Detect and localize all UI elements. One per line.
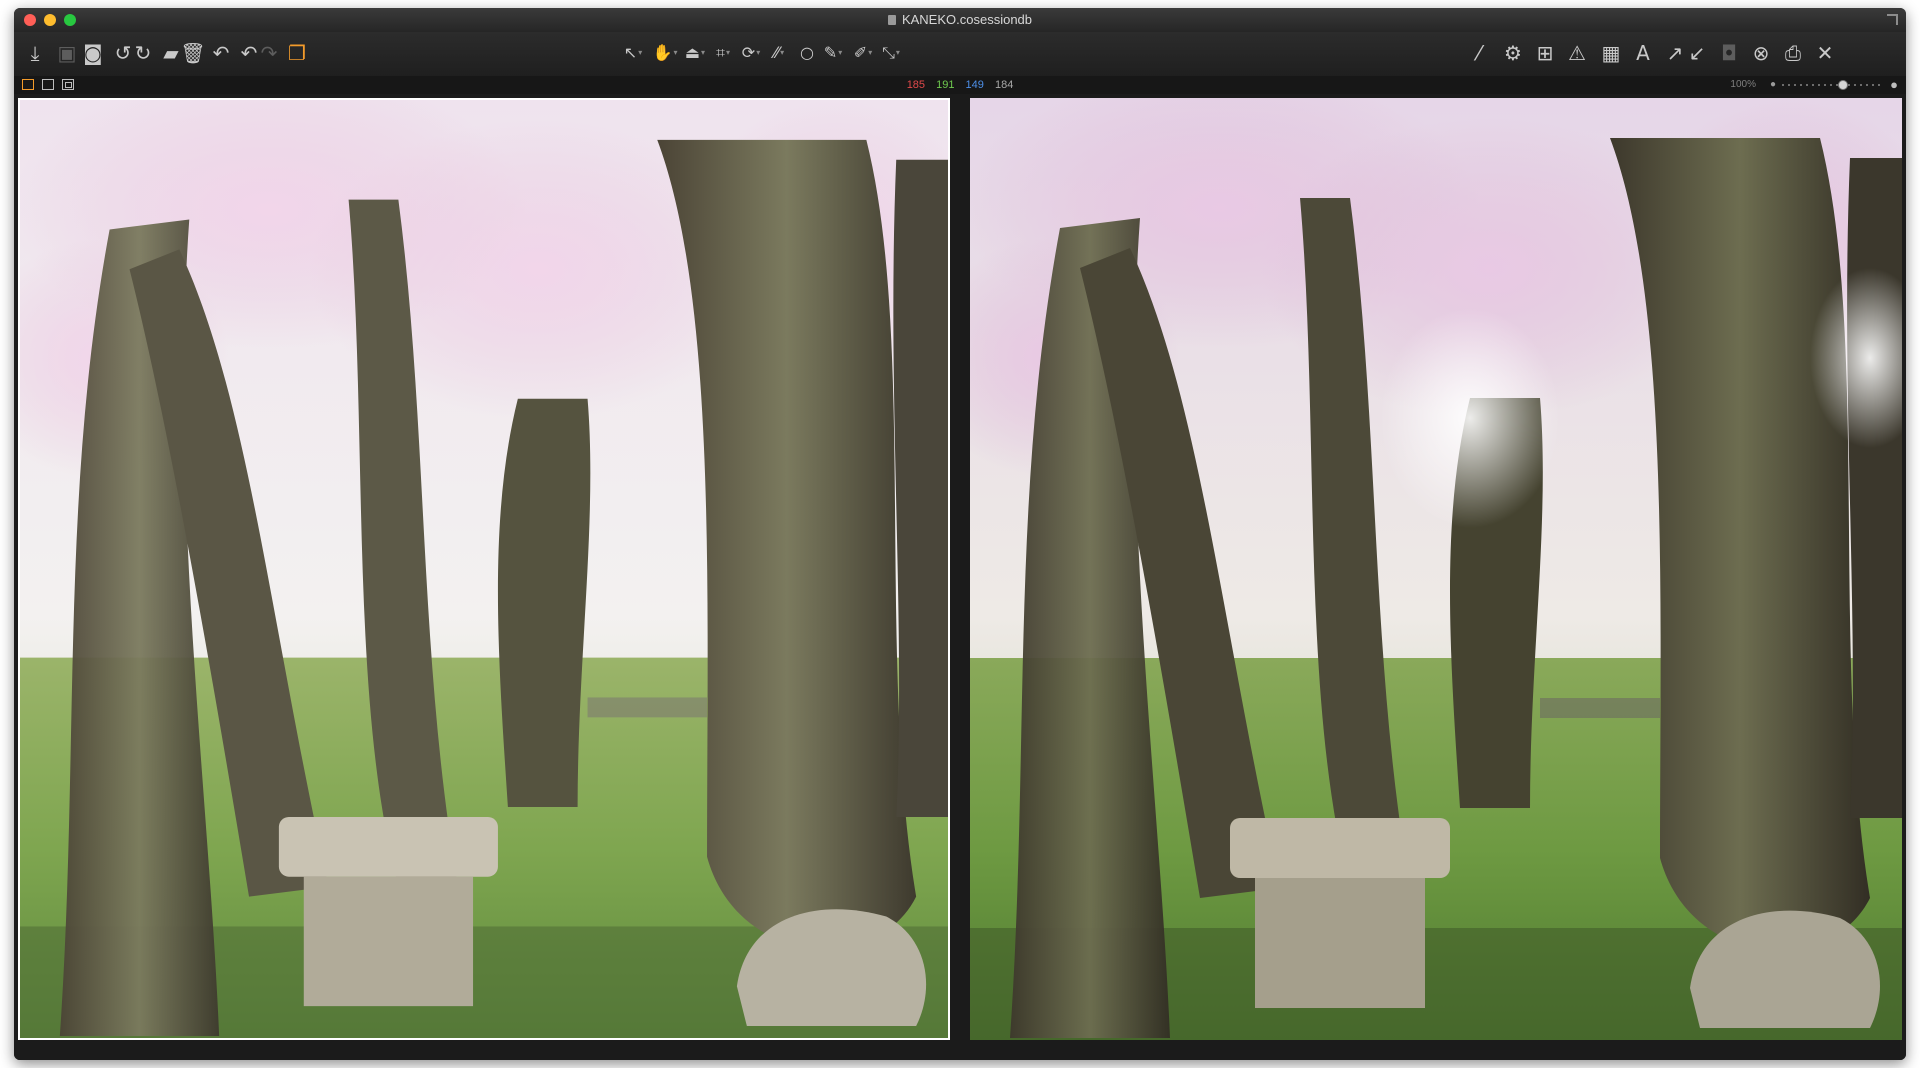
rotate-right-icon[interactable]: ↻	[130, 40, 156, 66]
document-icon	[887, 15, 896, 25]
warning-icon[interactable]: ⚠	[1564, 40, 1590, 66]
text-icon[interactable]: A	[1630, 40, 1656, 66]
redo-icon[interactable]: ↷	[256, 40, 282, 66]
zoom-slider-thumb[interactable]	[1837, 80, 1848, 90]
camera-tethered-icon[interactable]: ◘	[1716, 40, 1742, 66]
variant-right[interactable]	[970, 98, 1902, 1040]
grid-icon[interactable]: ▦	[1598, 40, 1624, 66]
trash-icon[interactable]: 🗑	[180, 40, 206, 66]
pan-hand-icon[interactable]: ✋ ▾	[652, 40, 678, 66]
zoom-label: 100%	[1730, 79, 1756, 90]
brush-icon[interactable]: ✎ ▾	[820, 40, 846, 66]
crop-icon[interactable]: ⌗ ▾	[710, 40, 736, 66]
readout-green: 191	[936, 79, 955, 91]
cancel-icon[interactable]: ⊗	[1748, 40, 1774, 66]
keystone-icon[interactable]: ⁄⁄ ▾	[766, 40, 792, 66]
readout-luminance: 184	[994, 79, 1014, 91]
window-title-wrap: KANEKO.cosessiondb	[14, 12, 1906, 28]
readout-red: 185	[906, 79, 926, 91]
tools-icon[interactable]: ✕	[1812, 40, 1838, 66]
import-icon[interactable]: ⤓	[22, 40, 48, 66]
window-title: KANEKO.cosessiondb	[901, 12, 1033, 27]
photo-image	[20, 100, 948, 1038]
copy-icon[interactable]: ↙	[1684, 40, 1710, 66]
color-readout: 185 191 149 184	[14, 78, 1906, 92]
select-cursor-icon[interactable]: ↖ ▾	[620, 40, 646, 66]
rotate-tool-icon[interactable]: ⟳ ▾	[738, 40, 764, 66]
picker-icon[interactable]: ⤡ ▾	[878, 40, 904, 66]
readout-blue: 149	[965, 79, 984, 91]
fullscreen-icon[interactable]	[1887, 14, 1898, 25]
title-bar: KANEKO.cosessiondb	[14, 8, 1906, 32]
undo-history-icon[interactable]: ↶	[208, 40, 234, 66]
zoom-out-person-icon[interactable]: ●	[1770, 79, 1776, 90]
loupe-icon[interactable]: ⏏ ▾	[682, 40, 708, 66]
viewer-status-bar: 185 191 149 184 100% ● ●	[14, 76, 1906, 94]
main-toolbar: ⤓ ▣ ◙ ↺ ↻ ▰ 🗑 ↶ ↶ ↷ ❐ ↖ ▾ ✋ ▾ ⏏ ▾ ⌗ ▾ ⟳ ▾ ⁄⁄ ▾…	[14, 32, 1906, 77]
image-viewer	[14, 94, 1906, 1060]
capture-icon[interactable]: ◙	[80, 40, 106, 66]
zoom-slider-track[interactable]	[1782, 84, 1882, 86]
adjustments-brush-icon[interactable]: ⁄	[1466, 40, 1492, 66]
layout-icon[interactable]: ⊞	[1532, 40, 1558, 66]
app-window: KANEKO.cosessiondb ⤓ ▣ ◙ ↺ ↻ ▰ 🗑 ↶ ↶ ↷ ❐…	[14, 8, 1906, 1060]
photo-image	[970, 98, 1902, 1040]
print-icon[interactable]: ⎙	[1780, 40, 1806, 66]
settings-icon[interactable]: ⚙	[1500, 40, 1526, 66]
camera-icon[interactable]: ▣	[54, 40, 80, 66]
variant-left-selected[interactable]	[18, 98, 950, 1040]
zoom-in-person-icon[interactable]: ●	[1890, 77, 1898, 92]
eraser-icon[interactable]: ✐ ▾	[850, 40, 876, 66]
circle-mask-icon[interactable]: ○	[794, 40, 820, 66]
variants-icon[interactable]: ❐	[284, 40, 310, 66]
